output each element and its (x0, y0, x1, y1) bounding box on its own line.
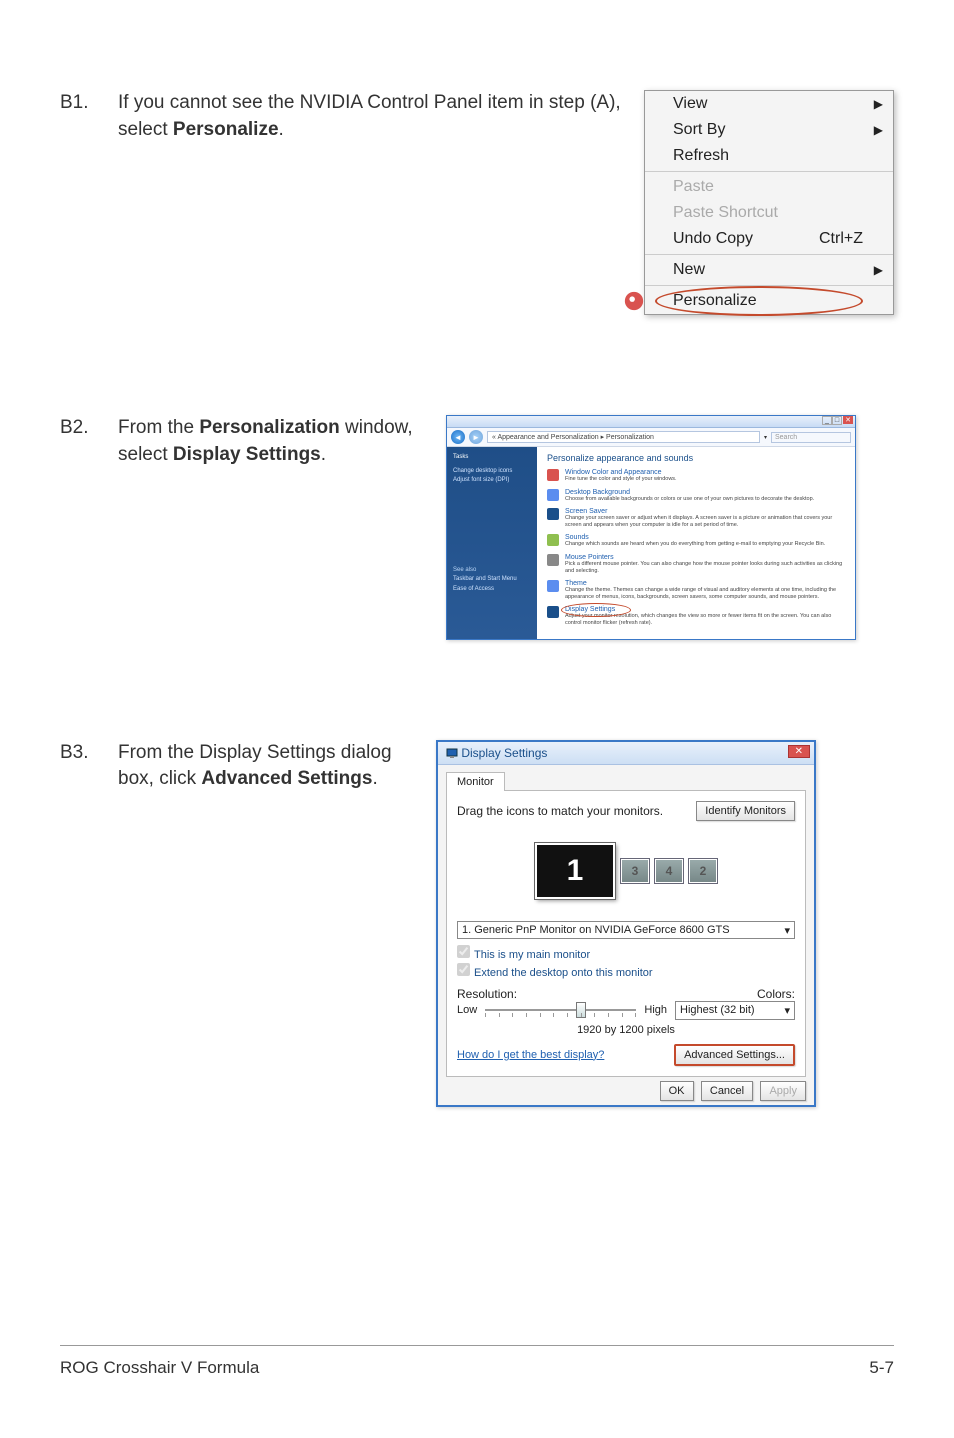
option-icon (547, 534, 559, 546)
personalization-option[interactable]: Display SettingsAdjust your monitor reso… (547, 606, 845, 626)
option-description: Fine tune the color and style of your wi… (565, 476, 677, 483)
minimize-icon[interactable]: _ (822, 416, 832, 425)
display-settings-dialog: Display Settings ✕ Monitor Drag the icon… (436, 740, 816, 1107)
personalization-option[interactable]: SoundsChange which sounds are heard when… (547, 534, 845, 548)
option-title: Mouse Pointers (565, 554, 845, 561)
ctx-sortby[interactable]: Sort By▶ (645, 117, 893, 143)
option-title: Desktop Background (565, 489, 814, 496)
ctx-paste: Paste (645, 174, 893, 200)
step-b2-text: From the Personalization window, select … (118, 415, 428, 468)
main-monitor-checkbox (457, 945, 470, 958)
ctx-personalize[interactable]: Personalize (645, 288, 893, 314)
resolution-value: 1920 by 1200 pixels (457, 1024, 795, 1036)
sidebar-link[interactable]: Adjust font size (DPI) (453, 476, 531, 486)
colors-label: Colors: (757, 987, 795, 1001)
apply-button[interactable]: Apply (760, 1081, 806, 1101)
monitor-4[interactable]: 4 (655, 859, 683, 883)
option-description: Pick a different mouse pointer. You can … (565, 561, 845, 574)
monitor-1[interactable]: 1 (535, 843, 615, 899)
colors-select[interactable]: Highest (32 bit)▾ (675, 1001, 795, 1020)
sidebar-link[interactable]: Taskbar and Start Menu (453, 575, 531, 585)
ctx-view[interactable]: View▶ (645, 91, 893, 117)
display-icon (446, 747, 458, 759)
personalization-window: _□✕ ◄ ► « Appearance and Personalization… (446, 415, 856, 640)
close-icon[interactable]: ✕ (843, 416, 853, 424)
chevron-right-icon: ▶ (874, 97, 883, 111)
step-number: B1. (60, 90, 100, 114)
step-b3-text: From the Display Settings dialog box, cl… (118, 740, 418, 793)
step-number: B3. (60, 740, 100, 764)
ctx-paste-shortcut: Paste Shortcut (645, 200, 893, 226)
ctx-undo-copy[interactable]: Undo CopyCtrl+Z (645, 226, 893, 252)
window-titlebar: _□✕ (447, 416, 855, 428)
option-description: Choose from available backgrounds or col… (565, 496, 814, 503)
advanced-settings-button[interactable]: Advanced Settings... (674, 1044, 795, 1066)
personalization-option[interactable]: Window Color and AppearanceFine tune the… (547, 469, 845, 483)
personalization-option[interactable]: Screen SaverChange your screen saver or … (547, 508, 845, 528)
option-icon (547, 469, 559, 481)
monitor-arrangement[interactable]: 1 3 4 2 (457, 831, 795, 911)
option-description: Change which sounds are heard when you d… (565, 541, 825, 548)
monitor-3[interactable]: 3 (621, 859, 649, 883)
help-link[interactable]: How do I get the best display? (457, 1049, 604, 1061)
desktop-context-menu: View▶ Sort By▶ Refresh Paste Paste Short… (644, 90, 894, 315)
chevron-right-icon: ▶ (874, 123, 883, 137)
option-title: Sounds (565, 534, 825, 541)
chevron-right-icon: ▶ (874, 263, 883, 277)
sidebar-link[interactable]: Ease of Access (453, 585, 531, 595)
monitor-tab[interactable]: Monitor (446, 772, 505, 791)
option-icon (547, 580, 559, 592)
option-title: Display Settings (565, 606, 845, 613)
page-number: 5-7 (869, 1358, 894, 1378)
footer-title: ROG Crosshair V Formula (60, 1358, 259, 1378)
extend-desktop-checkbox (457, 963, 470, 976)
option-title: Window Color and Appearance (565, 469, 677, 476)
personalize-icon (623, 290, 645, 312)
ctx-refresh[interactable]: Refresh (645, 143, 893, 169)
option-icon (547, 606, 559, 618)
resolution-label: Resolution: (457, 987, 517, 1001)
option-description: Adjust your monitor resolution, which ch… (565, 613, 845, 626)
monitor-2[interactable]: 2 (689, 859, 717, 883)
shortcut-text: Ctrl+Z (819, 230, 863, 248)
page-title: Personalize appearance and sounds (547, 453, 845, 463)
back-icon[interactable]: ◄ (451, 430, 465, 444)
ctx-new[interactable]: New▶ (645, 257, 893, 283)
slider-low-label: Low (457, 1004, 477, 1016)
option-icon (547, 508, 559, 520)
drag-instruction: Drag the icons to match your monitors. (457, 804, 663, 818)
tasks-sidebar: Tasks Change desktop icons Adjust font s… (447, 447, 537, 639)
close-icon[interactable]: ✕ (788, 745, 810, 758)
maximize-icon[interactable]: □ (832, 416, 842, 425)
option-description: Change the theme. Themes can change a wi… (565, 587, 845, 600)
option-icon (547, 554, 559, 566)
cancel-button[interactable]: Cancel (701, 1081, 753, 1101)
monitor-select[interactable]: 1. Generic PnP Monitor on NVIDIA GeForce… (457, 921, 795, 939)
option-icon (547, 489, 559, 501)
forward-icon[interactable]: ► (469, 430, 483, 444)
sidebar-link[interactable]: Change desktop icons (453, 467, 531, 477)
personalization-option[interactable]: Desktop BackgroundChoose from available … (547, 489, 845, 503)
step-number: B2. (60, 415, 100, 439)
option-title: Screen Saver (565, 508, 845, 515)
option-description: Change your screen saver or adjust when … (565, 515, 845, 528)
resolution-slider[interactable] (485, 1001, 636, 1019)
ok-button[interactable]: OK (660, 1081, 694, 1101)
identify-monitors-button[interactable]: Identify Monitors (696, 801, 795, 821)
breadcrumb[interactable]: « Appearance and Personalization ▸ Perso… (487, 431, 760, 443)
option-title: Theme (565, 580, 845, 587)
dialog-titlebar: Display Settings ✕ (438, 742, 814, 765)
personalization-option[interactable]: ThemeChange the theme. Themes can change… (547, 580, 845, 600)
personalization-option[interactable]: Mouse PointersPick a different mouse poi… (547, 554, 845, 574)
slider-high-label: High (644, 1004, 667, 1016)
step-b1-text: If you cannot see the NVIDIA Control Pan… (118, 90, 626, 143)
search-input[interactable]: Search (771, 432, 851, 443)
